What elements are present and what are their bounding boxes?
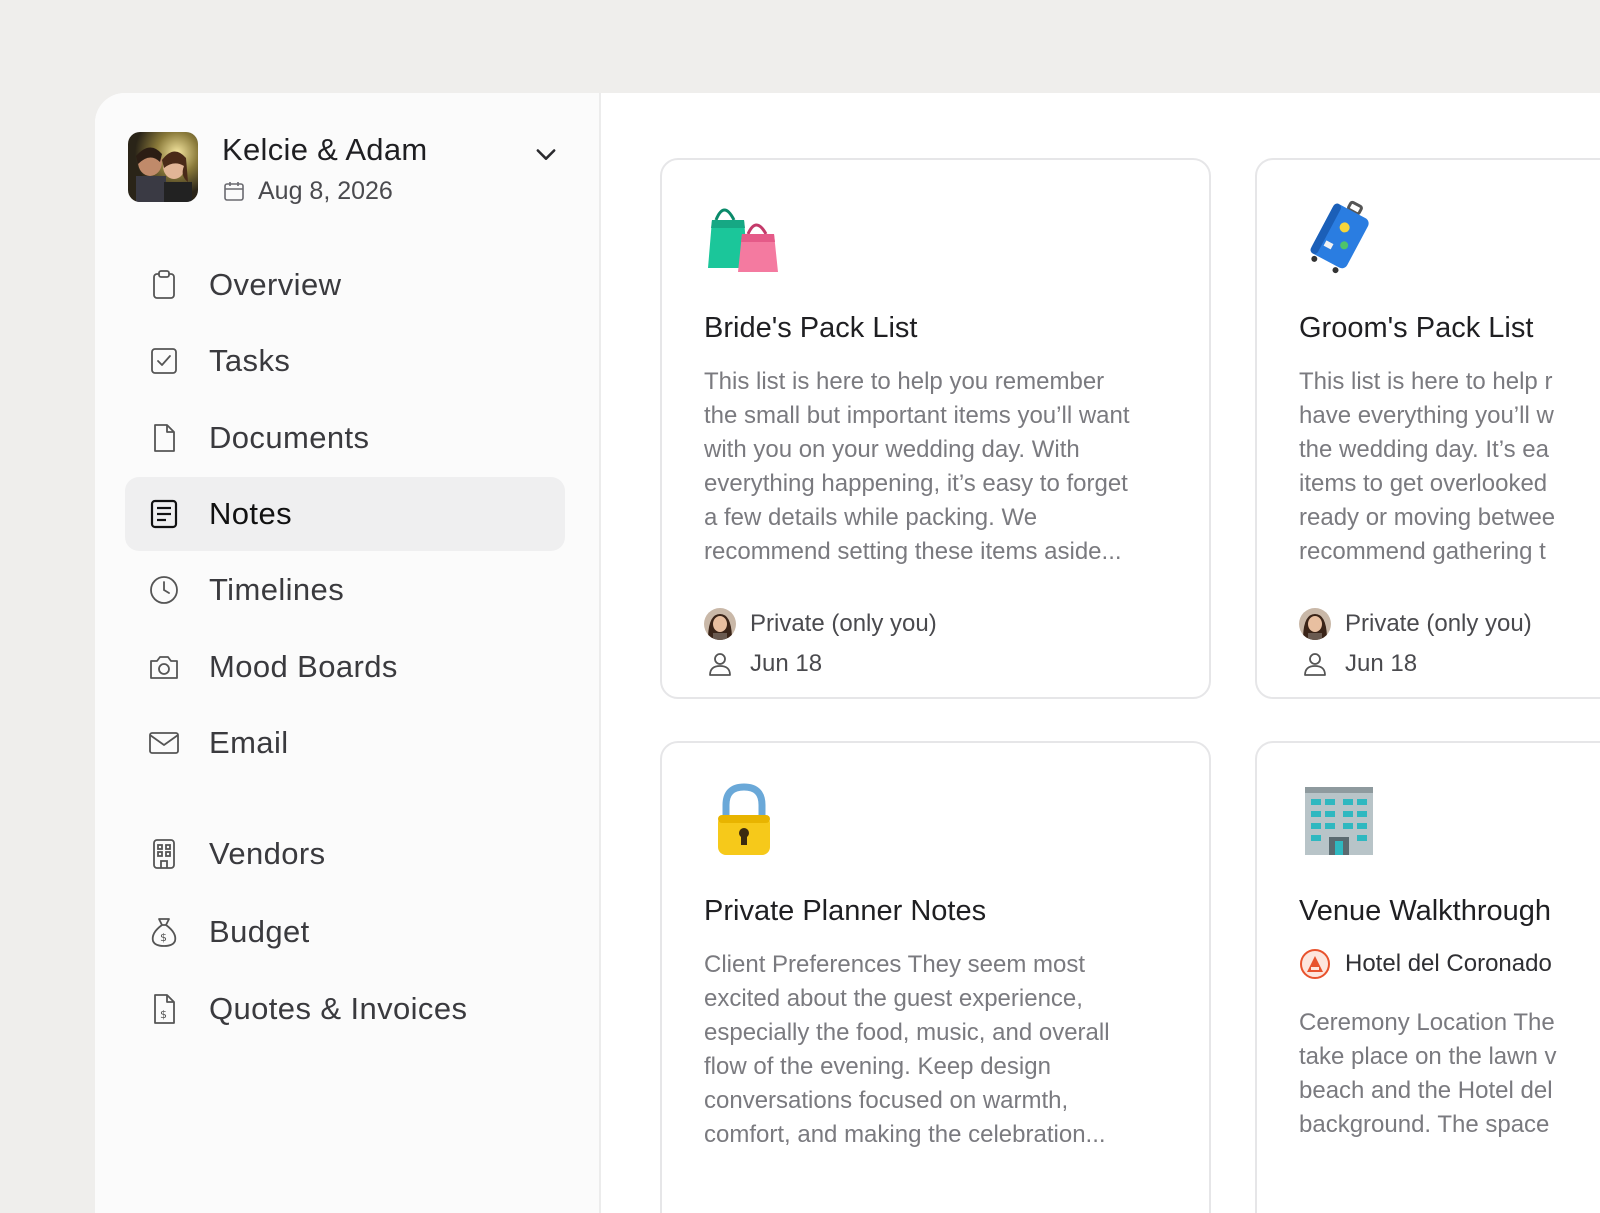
visibility-text: Private (only you) <box>1345 610 1532 637</box>
note-card-grooms-pack-list[interactable]: Groom's Pack List This list is here to h… <box>1255 158 1600 699</box>
envelope-icon <box>149 732 179 754</box>
svg-text:$: $ <box>160 1008 167 1021</box>
note-visibility: Private (only you) <box>704 608 937 640</box>
sidebar-item-label: Timelines <box>209 572 345 607</box>
couple-avatar <box>128 132 198 202</box>
venue-name: Hotel del Coronado <box>1345 950 1552 977</box>
sidebar-item-label: Mood Boards <box>209 649 398 684</box>
note-date: Jun 18 <box>750 650 823 677</box>
sidebar-item-label: Documents <box>209 420 370 455</box>
shopping-bags-icon <box>708 208 778 272</box>
note-excerpt: Ceremony Location The take place on the … <box>1299 1009 1557 1138</box>
note-title: Bride's Pack List <box>704 312 918 344</box>
notes-grid: Bride's Pack List This list is here to h… <box>601 93 1600 1213</box>
building-icon <box>153 839 175 869</box>
venue-logo-icon <box>1300 949 1330 979</box>
sidebar-item-vendors[interactable]: Vendors <box>125 817 565 891</box>
checkbox-icon <box>151 348 177 374</box>
sidebar-item-label: Overview <box>209 267 342 302</box>
sidebar: Kelcie & Adam Aug 8, 2026 Overview Tasks… <box>95 93 601 1213</box>
note-venue-row: Hotel del Coronado <box>1299 948 1552 980</box>
note-date-row: Jun 18 <box>704 650 822 678</box>
person-icon <box>1304 653 1326 676</box>
sidebar-item-tasks[interactable]: Tasks <box>125 324 565 398</box>
sidebar-item-timelines[interactable]: Timelines <box>125 553 565 627</box>
sidebar-item-email[interactable]: Email <box>125 706 565 780</box>
note-title: Private Planner Notes <box>704 895 987 927</box>
wedding-switcher[interactable]: Kelcie & Adam Aug 8, 2026 <box>128 132 568 212</box>
author-avatar <box>704 608 736 640</box>
note-card-venue-walkthrough[interactable]: Venue Walkthrough Hotel del Coronado Cer… <box>1255 741 1600 1213</box>
camera-icon <box>150 656 178 679</box>
clock-icon <box>150 576 178 604</box>
money-bag-icon: $ <box>151 918 177 947</box>
sidebar-item-documents[interactable]: Documents <box>125 401 565 475</box>
sidebar-item-quotes-invoices[interactable]: $ Quotes & Invoices <box>125 972 565 1046</box>
sidebar-item-label: Vendors <box>209 836 326 871</box>
visibility-text: Private (only you) <box>750 610 937 637</box>
note-excerpt: This list is here to help you remember t… <box>704 368 1130 565</box>
sidebar-item-label: Quotes & Invoices <box>209 991 468 1026</box>
clipboard-icon <box>153 270 175 299</box>
note-title: Venue Walkthrough <box>1299 895 1552 927</box>
sidebar-item-budget[interactable]: $ Budget <box>125 895 565 969</box>
note-excerpt: Client Preferences They seem most excite… <box>704 951 1110 1148</box>
note-title: Groom's Pack List <box>1299 312 1534 344</box>
sidebar-item-notes[interactable]: Notes <box>125 477 565 551</box>
person-icon <box>709 653 731 676</box>
calendar-icon <box>224 182 244 201</box>
note-date: Jun 18 <box>1345 650 1418 677</box>
sidebar-item-label: Budget <box>209 914 310 949</box>
wedding-date: Aug 8, 2026 <box>258 176 393 205</box>
padlock-icon <box>718 783 770 855</box>
sidebar-item-label: Email <box>209 725 289 760</box>
note-visibility: Private (only you) <box>1299 608 1532 640</box>
hotel-icon <box>1305 787 1373 855</box>
note-card-private-planner-notes[interactable]: Private Planner Notes Client Preferences… <box>660 741 1211 1213</box>
note-excerpt: This list is here to help r have everyth… <box>1299 368 1556 565</box>
note-date-row: Jun 18 <box>1299 650 1417 678</box>
sidebar-item-overview[interactable]: Overview <box>125 248 565 322</box>
chevron-down-icon[interactable] <box>532 140 560 168</box>
invoice-icon: $ <box>154 994 175 1024</box>
app-window: Kelcie & Adam Aug 8, 2026 Overview Tasks… <box>95 93 1600 1213</box>
notes-icon <box>150 499 178 529</box>
luggage-icon <box>1310 200 1369 274</box>
note-card-brides-pack-list[interactable]: Bride's Pack List This list is here to h… <box>660 158 1211 699</box>
document-icon <box>154 424 175 452</box>
couple-name: Kelcie & Adam <box>222 132 428 167</box>
author-avatar <box>1299 608 1331 640</box>
wedding-date-row: Aug 8, 2026 <box>222 176 393 206</box>
svg-text:$: $ <box>160 931 167 944</box>
sidebar-item-label: Tasks <box>209 343 291 378</box>
sidebar-item-label: Notes <box>209 496 292 531</box>
sidebar-item-mood-boards[interactable]: Mood Boards <box>125 630 565 704</box>
